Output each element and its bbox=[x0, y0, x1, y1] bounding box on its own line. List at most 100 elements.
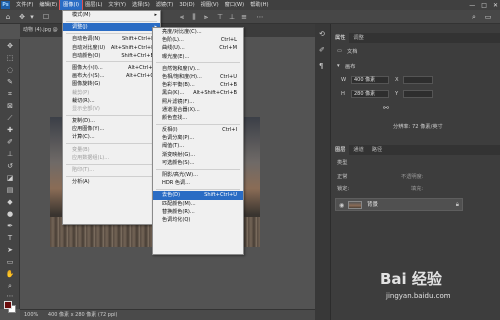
move-tool-icon[interactable]: ✥ bbox=[18, 13, 26, 21]
distribute-icon[interactable]: ≡ bbox=[240, 13, 248, 21]
menu-item[interactable]: 黑白(K)... Alt+Shift+Ctrl+B bbox=[153, 89, 243, 97]
menu-item[interactable]: 曲线(U)... Ctrl+M bbox=[153, 44, 243, 52]
menu-type[interactable]: 文字(Y) bbox=[105, 0, 129, 10]
zoom-tool-icon[interactable]: ⌕ bbox=[4, 281, 16, 291]
close-icon[interactable]: ✕ bbox=[493, 2, 498, 9]
menu-item[interactable]: 渐变映射(G)... bbox=[153, 151, 243, 159]
gradient-tool-icon[interactable]: ▤ bbox=[4, 185, 16, 195]
minimize-icon[interactable]: — bbox=[469, 2, 475, 9]
marquee-tool-icon[interactable]: ⬚ bbox=[4, 53, 16, 63]
history-icon[interactable]: ⟲ bbox=[319, 30, 325, 38]
tab-channels[interactable]: 通道 bbox=[349, 145, 367, 155]
menu-item[interactable]: 阴影/高光(W)... bbox=[153, 171, 243, 179]
visibility-eye-icon[interactable]: ◉ bbox=[339, 202, 344, 209]
blur-tool-icon[interactable]: ◆ bbox=[4, 197, 16, 207]
filter-kind-label[interactable]: 类型 bbox=[337, 159, 347, 166]
blend-mode-select[interactable]: 正常 bbox=[337, 173, 347, 180]
eraser-icon[interactable]: ◪ bbox=[4, 173, 16, 183]
x-field[interactable] bbox=[403, 76, 433, 84]
height-field[interactable]: 280 像素 bbox=[351, 90, 389, 98]
tab-layers[interactable]: 图层 bbox=[331, 145, 350, 155]
dodge-tool-icon[interactable]: ● bbox=[4, 209, 16, 219]
foreground-color-swatch[interactable] bbox=[4, 301, 12, 309]
menu-item[interactable]: 图像旋转(G)▸ bbox=[63, 80, 160, 88]
clone-stamp-icon[interactable]: ⊥ bbox=[4, 149, 16, 159]
width-field[interactable]: 400 像素 bbox=[351, 76, 389, 84]
menu-item[interactable]: 曝光度(E)... bbox=[153, 53, 243, 61]
menu-item[interactable]: 复制(D)... bbox=[63, 117, 160, 125]
auto-select-checkbox[interactable]: ☐ bbox=[42, 13, 50, 21]
quick-select-icon[interactable]: ✎ bbox=[4, 77, 16, 87]
menu-item[interactable]: 颜色查找... bbox=[153, 114, 243, 122]
menu-item[interactable]: 自动颜色(O) Shift+Ctrl+B bbox=[63, 52, 160, 60]
menu-help[interactable]: 帮助(H) bbox=[247, 0, 271, 10]
menu-view[interactable]: 视图(V) bbox=[198, 0, 222, 10]
brush-settings-icon[interactable]: ✐ bbox=[319, 46, 325, 54]
crop-tool-icon[interactable]: ⌗ bbox=[4, 89, 16, 99]
menu-item[interactable]: 通道混合器(X)... bbox=[153, 106, 243, 114]
menu-3d[interactable]: 3D(D) bbox=[176, 0, 197, 10]
shape-tool-icon[interactable]: ▭ bbox=[4, 257, 16, 267]
menu-item[interactable]: 去色(D) Shift+Ctrl+U bbox=[153, 191, 243, 200]
chevron-down-icon[interactable]: ▾ bbox=[28, 13, 36, 21]
chevron-down-icon[interactable]: ▾ bbox=[337, 63, 340, 69]
menu-item[interactable]: 应用图像(Y)... bbox=[63, 125, 160, 133]
menu-item[interactable]: 替换颜色(R)... bbox=[153, 208, 243, 216]
menu-item[interactable]: 反相(I) Ctrl+I bbox=[153, 126, 243, 134]
tab-paths[interactable]: 路径 bbox=[368, 145, 386, 155]
hand-tool-icon[interactable]: ✋ bbox=[4, 269, 16, 279]
workspace-icon[interactable]: ▭ bbox=[484, 13, 492, 21]
lasso-tool-icon[interactable]: ◌ bbox=[4, 65, 16, 75]
path-select-icon[interactable]: ➤ bbox=[4, 245, 16, 255]
maximize-icon[interactable]: □ bbox=[481, 2, 487, 9]
menu-item[interactable]: 自动色调(N) Shift+Ctrl+L bbox=[63, 35, 160, 43]
menu-file[interactable]: 文件(F) bbox=[13, 0, 36, 10]
more-tools-icon[interactable]: ⋯ bbox=[4, 291, 16, 301]
align-right-icon[interactable]: ⫸ bbox=[202, 13, 210, 21]
type-tool-icon[interactable]: T bbox=[4, 233, 16, 243]
tab-properties[interactable]: 属性 bbox=[331, 33, 350, 43]
pen-tool-icon[interactable]: ✒ bbox=[4, 221, 16, 231]
menu-layer[interactable]: 图层(L) bbox=[82, 0, 105, 10]
menu-item[interactable]: 色调分离(P)... bbox=[153, 134, 243, 142]
menu-item[interactable]: HDR 色调... bbox=[153, 179, 243, 187]
menu-filter[interactable]: 滤镜(T) bbox=[153, 0, 177, 10]
zoom-level[interactable]: 100% bbox=[24, 312, 38, 318]
menu-image[interactable]: 图像(I) bbox=[59, 0, 84, 11]
history-brush-icon[interactable]: ↺ bbox=[4, 161, 16, 171]
menu-item[interactable]: 阈值(T)... bbox=[153, 142, 243, 150]
paragraph-icon[interactable]: ¶ bbox=[319, 62, 323, 70]
align-middle-icon[interactable]: ⊥ bbox=[228, 13, 236, 21]
menu-item[interactable]: 自然饱和度(V)... bbox=[153, 65, 243, 73]
move-tool-icon[interactable]: ✥ bbox=[4, 41, 16, 51]
menu-item[interactable]: 色相/饱和度(H)... Ctrl+U bbox=[153, 73, 243, 81]
menu-item[interactable]: 计算(C)... bbox=[63, 133, 160, 141]
y-field[interactable] bbox=[403, 90, 433, 98]
menu-select[interactable]: 选择(S) bbox=[129, 0, 153, 10]
align-center-icon[interactable]: ⫼ bbox=[190, 13, 198, 21]
align-top-icon[interactable]: ⊤ bbox=[216, 13, 224, 21]
menu-item[interactable]: 色阶(L)... Ctrl+L bbox=[153, 36, 243, 44]
search-icon[interactable]: ⌕ bbox=[470, 13, 478, 21]
menu-item[interactable]: 可选颜色(S)... bbox=[153, 159, 243, 167]
align-left-icon[interactable]: ⫷ bbox=[178, 13, 186, 21]
menu-item[interactable]: 照片滤镜(F)... bbox=[153, 98, 243, 106]
brush-tool-icon[interactable]: ✐ bbox=[4, 137, 16, 147]
menu-item[interactable]: 裁切(R)... bbox=[63, 97, 160, 105]
menu-item[interactable]: 亮度/对比度(C)... bbox=[153, 28, 243, 36]
tab-adjustments[interactable]: 调整 bbox=[349, 33, 367, 43]
menu-window[interactable]: 窗口(W) bbox=[222, 0, 248, 10]
menu-item[interactable]: 画布大小(S)... Alt+Ctrl+C bbox=[63, 72, 160, 80]
menu-item[interactable]: 分析(A)▸ bbox=[63, 178, 160, 186]
layer-row-background[interactable]: ◉ 背景 🔒︎ bbox=[335, 198, 463, 211]
menu-item[interactable]: 匹配颜色(M)... bbox=[153, 200, 243, 208]
menu-item[interactable]: 图像大小(I)... Alt+Ctrl+I bbox=[63, 64, 160, 72]
frame-tool-icon[interactable]: ⊠ bbox=[4, 101, 16, 111]
menu-item[interactable]: 色调均化(Q) bbox=[153, 216, 243, 224]
home-icon[interactable]: ⌂ bbox=[4, 13, 12, 21]
menu-edit[interactable]: 编辑(E) bbox=[36, 0, 60, 10]
menu-item[interactable]: 色彩平衡(B)... Ctrl+B bbox=[153, 81, 243, 89]
more-icon[interactable]: ⋯ bbox=[256, 13, 264, 21]
menu-item[interactable]: 模式(M) ▸ bbox=[63, 11, 160, 19]
healing-brush-icon[interactable]: ✚ bbox=[4, 125, 16, 135]
